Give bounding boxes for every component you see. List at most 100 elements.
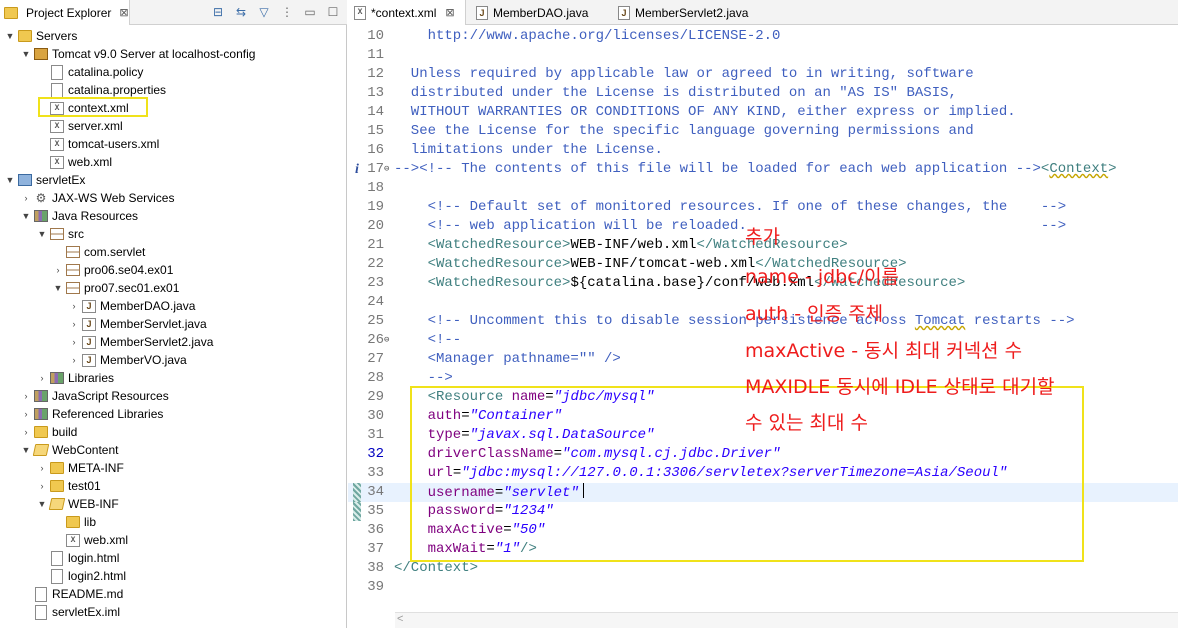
code-line[interactable]: 11 — [348, 46, 1178, 65]
tree-item[interactable]: › ⚙ JAX-WS Web Services — [0, 189, 345, 207]
tree-item[interactable]: › J MemberServlet.java — [0, 315, 345, 333]
tree-item[interactable]: catalina.policy — [0, 63, 345, 81]
code-line[interactable]: 37 maxWait="1"/> — [348, 540, 1178, 559]
expanded-twisty-icon[interactable]: ▼ — [36, 228, 48, 240]
code-token: "servlet" — [503, 485, 579, 501]
tab-project-explorer[interactable]: Project Explorer ⊠ — [0, 0, 130, 25]
tab-memberdao-java[interactable]: J MemberDAO.java — [470, 0, 610, 25]
code-line[interactable]: 36 maxActive="50" — [348, 521, 1178, 540]
info-icon[interactable]: i — [355, 160, 359, 179]
tree-item[interactable]: Xtomcat-users.xml — [0, 135, 345, 153]
tree-item[interactable]: › JavaScript Resources — [0, 387, 345, 405]
tree-item[interactable]: › J MemberServlet2.java — [0, 333, 345, 351]
tree-item-label: catalina.properties — [68, 83, 167, 97]
tree-item[interactable]: lib — [0, 513, 345, 531]
close-icon[interactable]: ⊠ — [119, 6, 128, 19]
code-line[interactable]: 33 url="jdbc:mysql://127.0.0.1:3306/serv… — [348, 464, 1178, 483]
code-line[interactable]: 12 Unless required by applicable law or … — [348, 65, 1178, 84]
code-line[interactable]: 35 password="1234" — [348, 502, 1178, 521]
code-line[interactable]: 18 — [348, 179, 1178, 198]
code-token: driverClassName — [394, 446, 554, 462]
code-text: password="1234" — [394, 502, 554, 521]
collapsed-twisty-icon[interactable]: › — [36, 372, 48, 384]
minimize-icon[interactable]: ▭ — [302, 4, 318, 20]
collapsed-twisty-icon[interactable]: › — [68, 336, 80, 348]
tree-item[interactable]: Xcontext.xml — [0, 99, 345, 117]
collapsed-twisty-icon[interactable]: › — [20, 192, 32, 204]
link-with-editor-icon[interactable]: ⇆ — [233, 4, 249, 20]
expanded-twisty-icon[interactable]: ▼ — [36, 498, 48, 510]
code-line[interactable]: 13 distributed under the License is dist… — [348, 84, 1178, 103]
collapsed-twisty-icon[interactable]: › — [68, 354, 80, 366]
code-line[interactable]: 16 limitations under the License. — [348, 141, 1178, 160]
tree-item[interactable]: README.md — [0, 585, 345, 603]
code-line[interactable]: 34 username="servlet" — [348, 483, 1178, 502]
tree-item[interactable]: › J MemberDAO.java — [0, 297, 345, 315]
tree-item[interactable]: ▼ WebContent — [0, 441, 345, 459]
tree-item[interactable]: ▼ Java Resources — [0, 207, 345, 225]
tree-item[interactable]: Xserver.xml — [0, 117, 345, 135]
view-menu-icon[interactable]: ⋮ — [279, 4, 295, 20]
code-line[interactable]: 38 </Context> — [348, 559, 1178, 578]
xml-file-icon: X — [50, 119, 64, 133]
expanded-twisty-icon[interactable]: ▼ — [4, 174, 16, 186]
tree-item[interactable]: com.servlet — [0, 243, 345, 261]
code-line[interactable]: 10 http://www.apache.org/licenses/LICENS… — [348, 27, 1178, 46]
tree-item[interactable]: Xweb.xml — [0, 153, 345, 171]
collapsed-twisty-icon[interactable]: › — [52, 264, 64, 276]
code-text: <!-- Default set of monitored resources.… — [394, 198, 1067, 217]
tree-item[interactable]: › Libraries — [0, 369, 345, 387]
code-line[interactable]: 14 WITHOUT WARRANTIES OR CONDITIONS OF A… — [348, 103, 1178, 122]
tree-item[interactable]: login.html — [0, 549, 345, 567]
tree-item[interactable]: servletEx.iml — [0, 603, 345, 621]
code-line[interactable]: 32 driverClassName="com.mysql.cj.jdbc.Dr… — [348, 445, 1178, 464]
tree-item[interactable]: › META-INF — [0, 459, 345, 477]
collapsed-twisty-icon[interactable]: › — [36, 462, 48, 474]
collapsed-twisty-icon[interactable]: › — [20, 390, 32, 402]
expanded-twisty-icon[interactable]: ▼ — [4, 30, 16, 42]
code-line[interactable]: 15 See the License for the specific lang… — [348, 122, 1178, 141]
tree-item[interactable]: ▼ src — [0, 225, 345, 243]
fold-toggle-icon[interactable]: ⊖ — [384, 160, 389, 179]
tree-item[interactable]: ▼ servletEx — [0, 171, 345, 189]
code-line[interactable]: i 17 ⊖ --><!-- The contents of this file wi… — [348, 160, 1178, 179]
expanded-twisty-icon[interactable]: ▼ — [20, 48, 32, 60]
tab-memberservlet2-java[interactable]: J MemberServlet2.java — [612, 0, 772, 25]
collapsed-twisty-icon[interactable]: › — [36, 480, 48, 492]
close-icon[interactable]: ⊠ — [445, 6, 454, 19]
collapsed-twisty-icon[interactable]: › — [20, 426, 32, 438]
maximize-icon[interactable]: ☐ — [325, 4, 341, 20]
tree-item[interactable]: Xweb.xml — [0, 531, 345, 549]
code-line[interactable]: 39 — [348, 578, 1178, 597]
tab-context-xml[interactable]: X *context.xml ⊠ — [348, 0, 466, 25]
tree-item[interactable]: › test01 — [0, 477, 345, 495]
scroll-left-icon[interactable]: < — [397, 613, 403, 625]
xml-file-icon: X — [66, 533, 80, 547]
text-caret — [582, 483, 584, 498]
code-line[interactable]: 19 <!-- Default set of monitored resourc… — [348, 198, 1178, 217]
collapsed-twisty-icon[interactable]: › — [20, 408, 32, 420]
tree-item[interactable]: login2.html — [0, 567, 345, 585]
tree-item[interactable]: › J MemberVO.java — [0, 351, 345, 369]
tree-item[interactable]: catalina.properties — [0, 81, 345, 99]
fold-toggle-icon[interactable]: ⊖ — [384, 331, 389, 350]
tree-item[interactable]: ▼ Tomcat v9.0 Server at localhost-config — [0, 45, 345, 63]
expanded-twisty-icon[interactable]: ▼ — [52, 282, 64, 294]
tree-item[interactable]: › pro06.se04.ex01 — [0, 261, 345, 279]
line-number: 23 — [367, 275, 384, 291]
tree-item[interactable]: ▼ pro07.sec01.ex01 — [0, 279, 345, 297]
code-token: --><!-- The contents of this file will b… — [394, 161, 1041, 177]
tree-item[interactable]: ▼ WEB-INF — [0, 495, 345, 513]
collapse-all-icon[interactable]: ⊟ — [210, 4, 226, 20]
collapsed-twisty-icon[interactable]: › — [68, 318, 80, 330]
tree-item[interactable]: › Referenced Libraries — [0, 405, 345, 423]
horizontal-scrollbar[interactable]: < — [395, 612, 1178, 628]
code-token: <!-- Default set of monitored resources.… — [394, 199, 1067, 215]
expanded-twisty-icon[interactable]: ▼ — [20, 444, 32, 456]
collapsed-twisty-icon[interactable]: › — [68, 300, 80, 312]
filter-icon[interactable]: ▽ — [256, 4, 272, 20]
tree-item[interactable]: ▼ Servers — [0, 27, 345, 45]
expanded-twisty-icon[interactable]: ▼ — [20, 210, 32, 222]
tree-item[interactable]: › build — [0, 423, 345, 441]
